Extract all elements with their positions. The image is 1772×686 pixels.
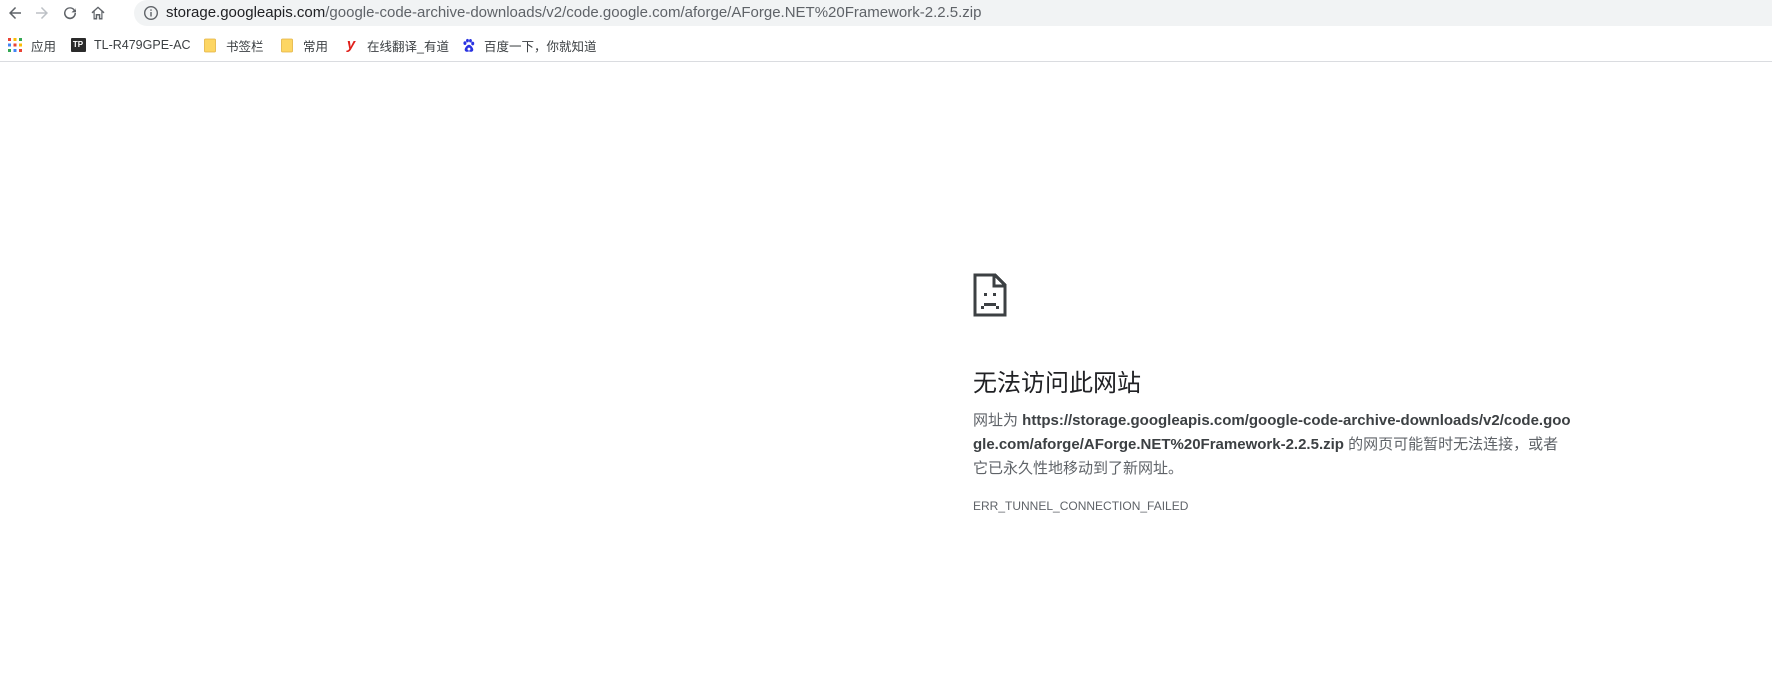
error-code: ERR_TUNNEL_CONNECTION_FAILED (973, 499, 1189, 513)
bookmark-label: TL-R479GPE-AC (94, 38, 191, 52)
error-title: 无法访问此网站 (973, 370, 1141, 397)
forward-button[interactable] (31, 2, 53, 24)
info-icon[interactable] (143, 5, 159, 21)
error-panel: 无法访问此网站 网址为 https://storage.googleapis.c… (973, 273, 1573, 513)
sad-page-icon (973, 273, 1007, 317)
browser-toolbar: storage.googleapis.com/google-code-archi… (0, 0, 1772, 26)
bookmark-tp-link[interactable]: TP TL-R479GPE-AC (70, 35, 191, 55)
bookmark-label: 应用 (31, 39, 57, 54)
back-button[interactable] (4, 2, 26, 24)
bookmarks-bar: 应用 TP TL-R479GPE-AC 书签栏 常用 y 在线翻译_有道 百度一… (0, 31, 1772, 62)
bookmark-apps[interactable]: 应用 (7, 35, 56, 55)
arrow-right-icon (36, 7, 48, 19)
bookmark-label: 在线翻译_有道 (367, 39, 449, 54)
home-button[interactable] (87, 2, 109, 24)
reload-icon (64, 7, 77, 20)
url-text[interactable]: storage.googleapis.com/google-code-archi… (166, 0, 981, 26)
arrow-left-icon (9, 7, 21, 19)
url-path: /google-code-archive-downloads/v2/code.g… (325, 4, 982, 21)
error-description: 网址为 https://storage.googleapis.com/googl… (973, 409, 1573, 481)
folder-icon (279, 37, 295, 53)
bookmark-label: 常用 (303, 39, 329, 54)
home-icon (91, 6, 105, 20)
url-host: storage.googleapis.com (166, 4, 326, 21)
address-bar[interactable]: storage.googleapis.com/google-code-archi… (134, 0, 1772, 26)
baidu-paw-icon (460, 37, 476, 53)
bookmark-folder-common[interactable]: 常用 (279, 35, 328, 55)
bookmark-youdao[interactable]: y 在线翻译_有道 (343, 35, 449, 55)
bookmark-label: 书签栏 (226, 39, 264, 54)
bookmark-baidu[interactable]: 百度一下，你就知道 (460, 35, 597, 55)
folder-icon (202, 37, 218, 53)
youdao-icon: y (346, 36, 356, 53)
reload-button[interactable] (59, 2, 81, 24)
apps-grid-icon (7, 37, 23, 53)
tp-link-icon: TP (70, 37, 86, 53)
error-desc-prefix: 网址为 (973, 412, 1023, 429)
bookmark-folder-bookmarks-bar[interactable]: 书签栏 (202, 35, 264, 55)
bookmark-label: 百度一下，你就知道 (484, 39, 597, 54)
